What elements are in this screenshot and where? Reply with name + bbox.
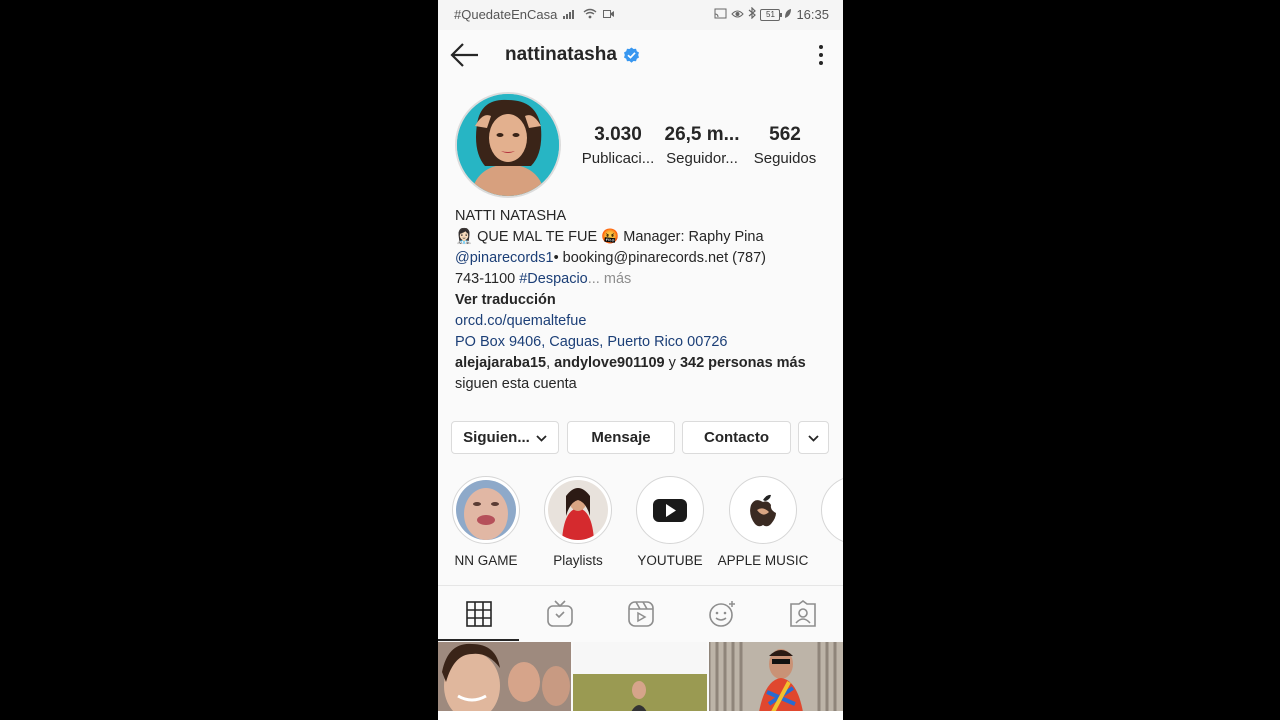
profile-tabs xyxy=(438,585,843,642)
translate-link[interactable]: Ver traducción xyxy=(455,290,835,311)
angry-face-emoji-icon: 🤬 xyxy=(601,229,620,245)
following-count: 562 xyxy=(769,124,801,145)
followers-label: Seguidor... xyxy=(666,150,738,167)
follower-name-1: alejajaraba15 xyxy=(455,355,547,371)
highlight-cover xyxy=(544,476,612,544)
posts-count: 3.030 xyxy=(594,124,642,145)
following-label: Seguidos xyxy=(753,150,817,167)
status-bar: #QuedateEnCasa 51 16:35 xyxy=(438,0,843,30)
highlight-cover xyxy=(821,476,843,544)
video-call-icon xyxy=(603,8,615,22)
bio-line-1: 👩🏻‍⚕️ QUE MAL TE FUE 🤬 Manager: Raphy Pi… xyxy=(455,227,835,248)
tab-reels[interactable] xyxy=(600,586,681,642)
bio-phone-text: 743-1100 xyxy=(455,271,520,287)
verified-badge-icon xyxy=(623,47,640,64)
profile-avatar[interactable] xyxy=(455,92,561,198)
profile-bio: NATTI NATASHA 👩🏻‍⚕️ QUE MAL TE FUE 🤬 Man… xyxy=(455,206,835,395)
bluetooth-icon xyxy=(748,6,757,22)
highlight-apple-music[interactable]: APPLE MUSIC xyxy=(717,476,809,568)
cast-icon xyxy=(714,8,727,22)
phone-screen: #QuedateEnCasa 51 16:35 nattinatasha 3.0… xyxy=(438,0,843,720)
woman-emoji-icon: 👩🏻‍⚕️ xyxy=(455,229,474,245)
display-name: NATTI NATASHA xyxy=(455,208,567,224)
stat-posts[interactable]: 3.030 Publicaci... xyxy=(578,124,658,167)
highlight-label: Playlists xyxy=(553,553,603,568)
follower-name-2: andylove901109 xyxy=(554,355,665,371)
tab-grid[interactable] xyxy=(438,586,519,642)
contact-button-label: Contacto xyxy=(704,429,769,446)
mention-link[interactable]: @pinarecords1 xyxy=(455,250,554,266)
active-tab-indicator xyxy=(438,639,519,641)
more-options-icon[interactable] xyxy=(811,43,831,67)
carrier-label: #QuedateEnCasa xyxy=(454,7,558,22)
highlight-nn-game[interactable]: NN GAME xyxy=(440,476,532,568)
bottom-edge xyxy=(438,711,843,720)
message-button-label: Mensaje xyxy=(591,429,651,446)
highlight-cover xyxy=(729,476,797,544)
follower-separator: , xyxy=(546,355,555,371)
youtube-icon xyxy=(653,499,687,522)
tab-igtv[interactable] xyxy=(519,586,600,642)
grid-icon xyxy=(465,601,492,627)
post-grid xyxy=(438,642,843,712)
battery-icon: 51 xyxy=(760,8,783,21)
followed-by[interactable]: alejajaraba15, andylove901109 y 342 pers… xyxy=(455,353,835,374)
tab-effects[interactable] xyxy=(681,586,762,642)
stat-following[interactable]: 562 Seguidos xyxy=(748,124,822,167)
website-link[interactable]: orcd.co/quemaltefue xyxy=(455,311,835,332)
eye-icon xyxy=(731,8,745,22)
highlight-sp[interactable]: SP xyxy=(809,476,843,568)
effects-icon xyxy=(708,601,735,627)
back-arrow-icon[interactable] xyxy=(450,42,480,68)
address-link[interactable]: PO Box 9406, Caguas, Puerto Rico 00726 xyxy=(455,332,835,353)
followers-count: 26,5 m... xyxy=(664,124,740,145)
charging-leaf-icon xyxy=(784,8,792,22)
signal-icon xyxy=(563,8,577,22)
igtv-icon xyxy=(546,600,573,627)
tagged-icon xyxy=(789,600,816,627)
wifi-icon xyxy=(583,8,597,22)
highlight-cover xyxy=(636,476,704,544)
suggested-accounts-button[interactable] xyxy=(798,421,829,454)
bio-booking-text: • booking@pinarecords.net (787) xyxy=(553,250,767,266)
following-button-label: Siguien... xyxy=(463,429,530,446)
apple-logo-icon xyxy=(750,494,776,527)
stat-followers[interactable]: 26,5 m... Seguidor... xyxy=(660,124,744,167)
chevron-down-icon xyxy=(808,429,819,446)
clock: 16:35 xyxy=(796,7,829,22)
bio-song-text: QUE MAL TE FUE xyxy=(473,229,602,245)
highlight-label: NN GAME xyxy=(454,553,518,568)
follower-and: y xyxy=(664,355,680,371)
highlight-label: APPLE MUSIC xyxy=(717,553,809,568)
bio-line-3: 743-1100 #Despacio... más xyxy=(455,269,835,290)
following-button[interactable]: Siguien... xyxy=(451,421,559,454)
message-button[interactable]: Mensaje xyxy=(567,421,675,454)
tab-tagged[interactable] xyxy=(762,586,843,642)
highlight-youtube[interactable]: YOUTUBE xyxy=(624,476,716,568)
profile-username: nattinatasha xyxy=(505,44,617,65)
bio-manager-text: Manager: Raphy Pina xyxy=(619,229,764,245)
chevron-down-icon xyxy=(536,429,547,446)
reels-icon xyxy=(627,601,654,627)
post-thumbnail[interactable] xyxy=(438,642,571,712)
bio-line-2: @pinarecords1• booking@pinarecords.net (… xyxy=(455,248,835,269)
highlight-playlists[interactable]: Playlists xyxy=(532,476,624,568)
post-thumbnail[interactable] xyxy=(709,642,843,712)
post-thumbnail[interactable] xyxy=(573,642,707,712)
highlight-label: YOUTUBE xyxy=(637,553,703,568)
profile-header: nattinatasha xyxy=(438,30,843,80)
followed-by-suffix: siguen esta cuenta xyxy=(455,376,577,392)
highlight-label: SP xyxy=(809,553,843,568)
hashtag-link[interactable]: #Despacio xyxy=(519,271,588,287)
posts-label: Publicaci... xyxy=(581,150,655,167)
more-link[interactable]: ... más xyxy=(588,271,632,287)
follower-others: 342 personas más xyxy=(679,355,806,371)
highlight-cover xyxy=(452,476,520,544)
contact-button[interactable]: Contacto xyxy=(682,421,791,454)
